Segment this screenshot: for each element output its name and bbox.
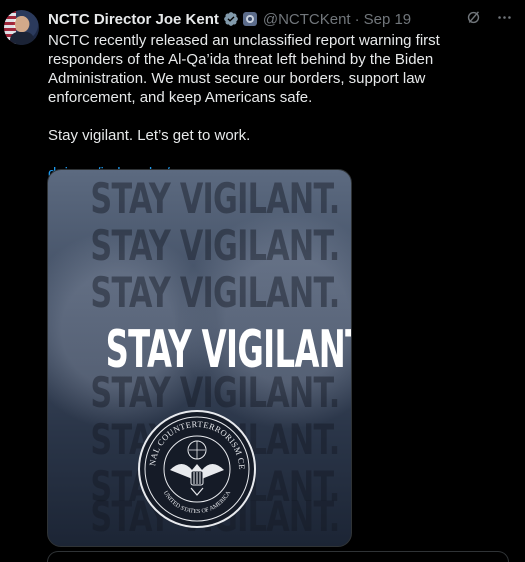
avatar-face	[15, 16, 29, 32]
tweet[interactable]: NCTC Director Joe Kent @NCTCKent · Sep 1…	[0, 0, 525, 562]
ghost-text: STAY VIGILANT.	[90, 268, 340, 317]
tweet-text-paragraph: NCTC recently released an unclassified r…	[48, 32, 440, 106]
image-headline: STAY VIGILANT.	[105, 320, 352, 380]
tweet-date[interactable]: Sep 19	[364, 11, 412, 28]
quoted-card-edge[interactable]	[47, 551, 509, 562]
affiliation-badge-icon[interactable]	[242, 12, 257, 26]
avatar[interactable]	[4, 10, 39, 45]
author-handle[interactable]: @NCTCKent	[263, 11, 351, 28]
tweet-header: NCTC Director Joe Kent @NCTCKent · Sep 1…	[48, 9, 411, 29]
tweet-actions	[465, 9, 513, 26]
tweet-image[interactable]: STAY VIGILANT. STAY VIGILANT. STAY VIGIL…	[47, 169, 352, 547]
ghost-text: STAY VIGILANT.	[90, 221, 340, 270]
author-name[interactable]: NCTC Director Joe Kent	[48, 11, 219, 28]
more-options-icon[interactable]	[496, 9, 513, 26]
nctc-seal-icon: NATIONAL COUNTERTERRORISM CENTER UNITED …	[136, 408, 256, 528]
avatar-suit	[10, 32, 34, 45]
grok-icon[interactable]	[465, 9, 482, 26]
ghost-text: STAY VIGILANT.	[90, 174, 340, 223]
tweet-text-paragraph: Stay vigilant. Let’s get to work.	[48, 127, 251, 144]
separator-dot: ·	[354, 10, 360, 28]
verified-badge-icon[interactable]	[223, 11, 239, 27]
tweet-body: NCTC recently released an unclassified r…	[48, 31, 510, 183]
seal-mini-icon	[245, 15, 254, 23]
